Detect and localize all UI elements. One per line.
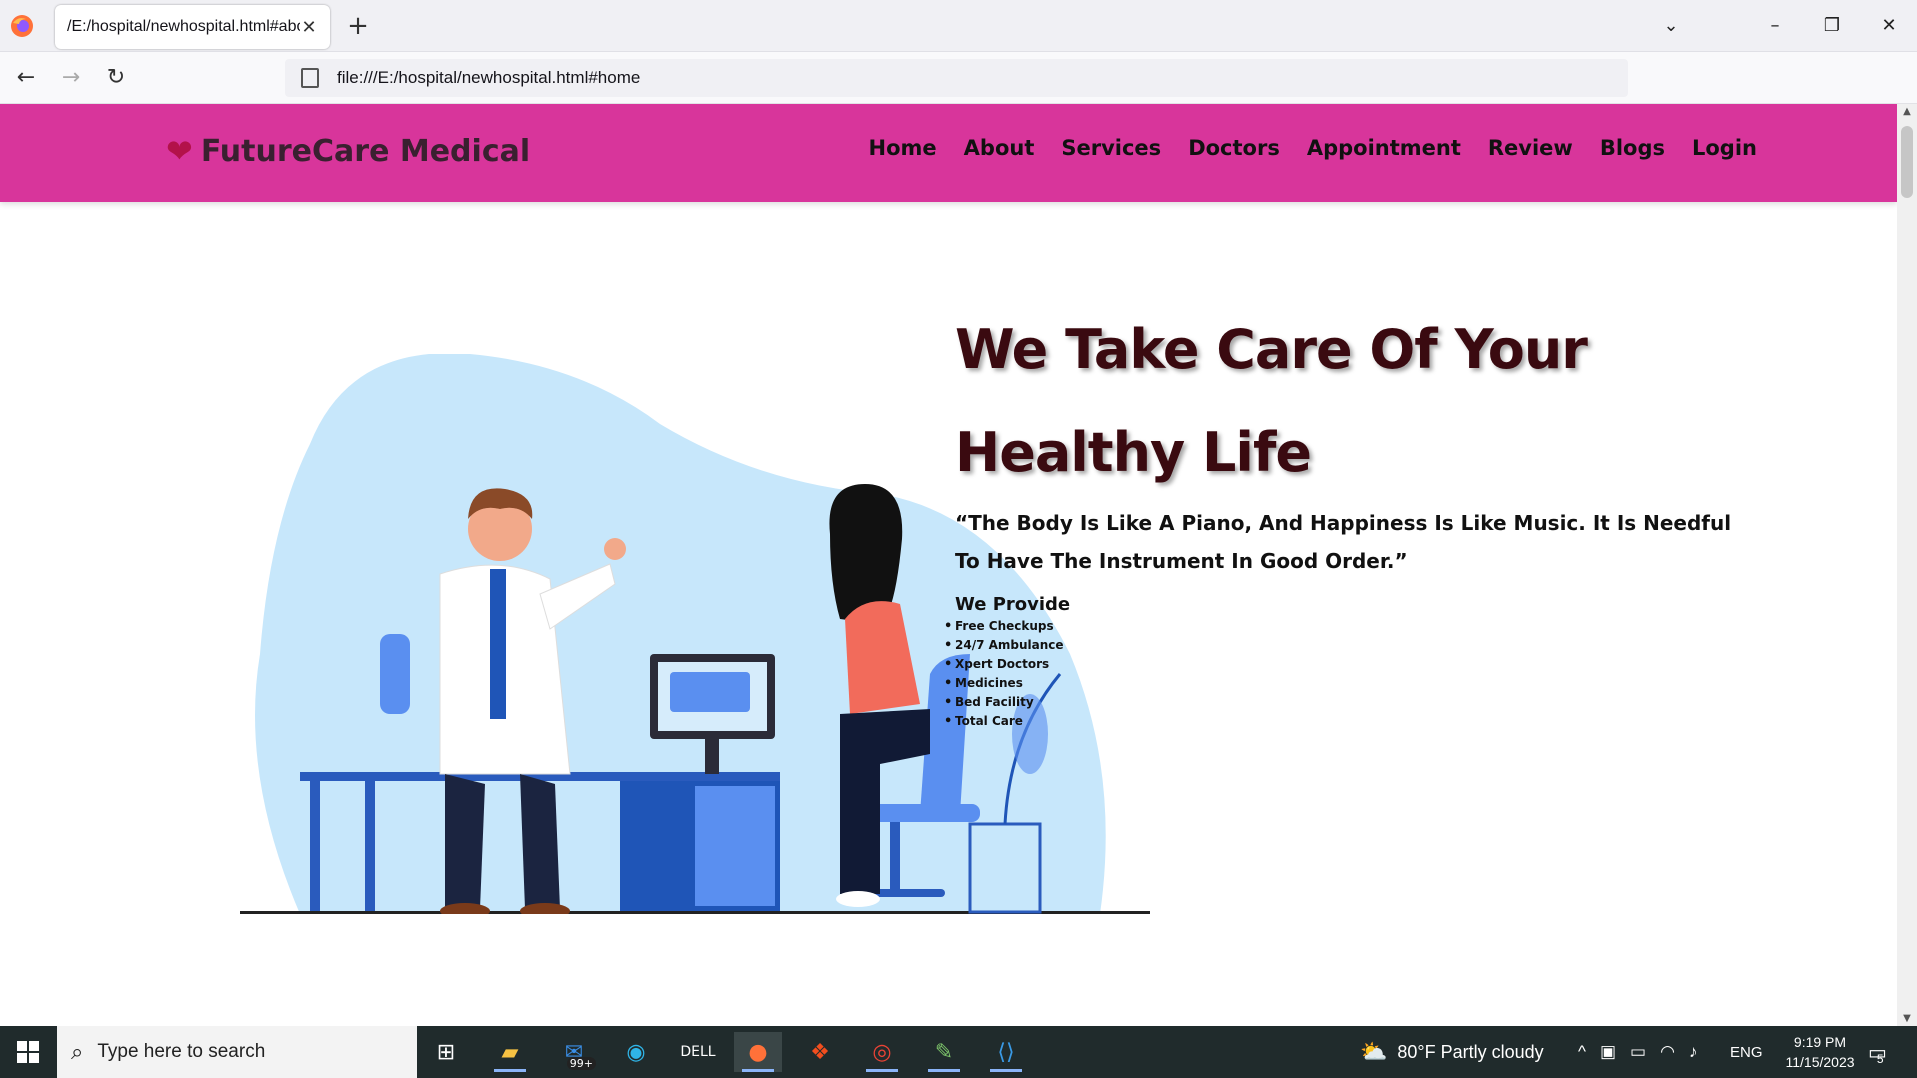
nav-services[interactable]: Services — [1061, 136, 1161, 160]
vscode-icon[interactable]: ⟨⟩ — [982, 1032, 1030, 1072]
cloud-sun-icon: ⛅ — [1360, 1039, 1388, 1064]
close-tab-icon[interactable]: ✕ — [300, 17, 318, 38]
services-list: Free Checkups 24/7 Ambulance Xpert Docto… — [944, 617, 1755, 731]
list-item: Bed Facility — [944, 693, 1755, 712]
meet-now-icon[interactable]: ▣ — [1600, 1042, 1616, 1062]
mail-icon[interactable]: ✉ 99+ — [550, 1032, 598, 1072]
scroll-down-icon[interactable]: ▼ — [1897, 1013, 1917, 1024]
language-text: ENG — [1730, 1043, 1763, 1061]
hero-content: We Take Care Of Your Healthy Life “The B… — [944, 298, 1755, 731]
back-icon[interactable]: ← — [10, 62, 42, 94]
start-button[interactable] — [0, 1026, 56, 1078]
taskbar-search-box[interactable]: ⌕ Type here to search — [57, 1026, 417, 1078]
show-hidden-icons-icon[interactable]: ^ — [1578, 1042, 1586, 1062]
clock[interactable]: 9:19 PM 11/15/2023 — [1770, 1026, 1870, 1078]
nav-review[interactable]: Review — [1488, 136, 1573, 160]
main-nav: Home About Services Doctors Appointment … — [869, 136, 1757, 160]
windows-logo-icon — [17, 1041, 39, 1063]
figma-icon[interactable]: ❖ — [796, 1032, 844, 1072]
mail-badge: 99+ — [566, 1057, 596, 1070]
address-bar[interactable]: file:///E:/hospital/newhospital.html#hom… — [285, 59, 1628, 97]
nav-doctors[interactable]: Doctors — [1188, 136, 1280, 160]
hero-headline-line2: Healthy Life — [955, 421, 1312, 484]
firefox-icon[interactable] — [10, 14, 34, 38]
nav-appointment[interactable]: Appointment — [1307, 136, 1461, 160]
notifications-button[interactable]: ▭ 5 — [1868, 1026, 1887, 1078]
nav-home[interactable]: Home — [869, 136, 937, 160]
list-item: Xpert Doctors — [944, 655, 1755, 674]
list-item: Total Care — [944, 712, 1755, 731]
volume-icon[interactable]: ♪ — [1689, 1042, 1698, 1062]
reload-icon[interactable]: ↻ — [100, 62, 132, 94]
list-item: Medicines — [944, 674, 1755, 693]
page-scrollbar[interactable]: ▲ ▼ — [1897, 104, 1917, 1026]
list-tabs-icon[interactable]: ⌄ — [1656, 12, 1686, 40]
nav-about[interactable]: About — [964, 136, 1035, 160]
url-text: file:///E:/hospital/newhospital.html#hom… — [337, 68, 641, 87]
browser-tab-bar: /E:/hospital/newhospital.html#about ✕ + … — [0, 0, 1917, 52]
nav-blogs[interactable]: Blogs — [1600, 136, 1665, 160]
scroll-up-icon[interactable]: ▲ — [1897, 106, 1917, 117]
close-window-button[interactable]: ✕ — [1874, 12, 1904, 40]
tab-title: /E:/hospital/newhospital.html#about — [67, 18, 300, 35]
brand-name: FutureCare Medical — [200, 133, 531, 169]
site-logo[interactable]: ❤ FutureCare Medical — [166, 132, 530, 170]
weather-widget[interactable]: ⛅ 80°F Partly cloudy — [1360, 1026, 1544, 1078]
search-placeholder: Type here to search — [97, 1041, 266, 1062]
webpage: ❤ FutureCare Medical Home About Services… — [0, 104, 1897, 1026]
forward-icon[interactable]: → — [55, 62, 87, 94]
restore-button[interactable]: ❐ — [1817, 12, 1847, 40]
battery-icon[interactable]: ▭ — [1630, 1042, 1646, 1062]
clock-date: 11/15/2023 — [1785, 1054, 1855, 1070]
list-item: Free Checkups — [944, 617, 1755, 636]
page-icon — [301, 68, 319, 88]
wifi-icon[interactable]: ◠ — [1660, 1042, 1675, 1062]
hero-quote: “The Body Is Like A Piano, And Happiness… — [955, 511, 1732, 573]
browser-tab-active[interactable]: /E:/hospital/newhospital.html#about ✕ — [55, 5, 330, 49]
weather-text: 80°F Partly cloudy — [1397, 1041, 1544, 1062]
dell-icon[interactable]: DELL — [674, 1032, 722, 1072]
chrome-icon[interactable]: ◎ — [858, 1032, 906, 1072]
file-explorer-icon[interactable]: ▰ — [486, 1032, 534, 1072]
we-provide-heading: We Provide — [955, 594, 1071, 615]
search-icon: ⌕ — [71, 1039, 84, 1064]
windows-taskbar: ⌕ Type here to search ⊞ ▰ ✉ 99+ ◉ DELL ● … — [0, 1026, 1917, 1078]
list-item: 24/7 Ambulance — [944, 636, 1755, 655]
firefox-taskbar-icon[interactable]: ● — [734, 1032, 782, 1072]
notepad-icon[interactable]: ✎ — [920, 1032, 968, 1072]
new-tab-button[interactable]: + — [346, 10, 370, 42]
clock-time: 9:19 PM — [1793, 1034, 1847, 1050]
hero-headline-line1: We Take Care Of Your — [955, 318, 1588, 381]
notifications-count: 5 — [1876, 1052, 1884, 1066]
heart-pulse-icon: ❤ — [166, 132, 193, 170]
nav-login[interactable]: Login — [1692, 136, 1757, 160]
system-tray: ^ ▣ ▭ ◠ ♪ — [1578, 1026, 1697, 1078]
site-header: ❤ FutureCare Medical Home About Services… — [0, 104, 1897, 202]
edge-icon[interactable]: ◉ — [612, 1032, 660, 1072]
scrollbar-thumb[interactable] — [1901, 126, 1913, 198]
minimize-button[interactable]: – — [1760, 12, 1790, 40]
task-view-icon[interactable]: ⊞ — [422, 1032, 470, 1072]
language-indicator[interactable]: ENG — [1730, 1026, 1763, 1078]
